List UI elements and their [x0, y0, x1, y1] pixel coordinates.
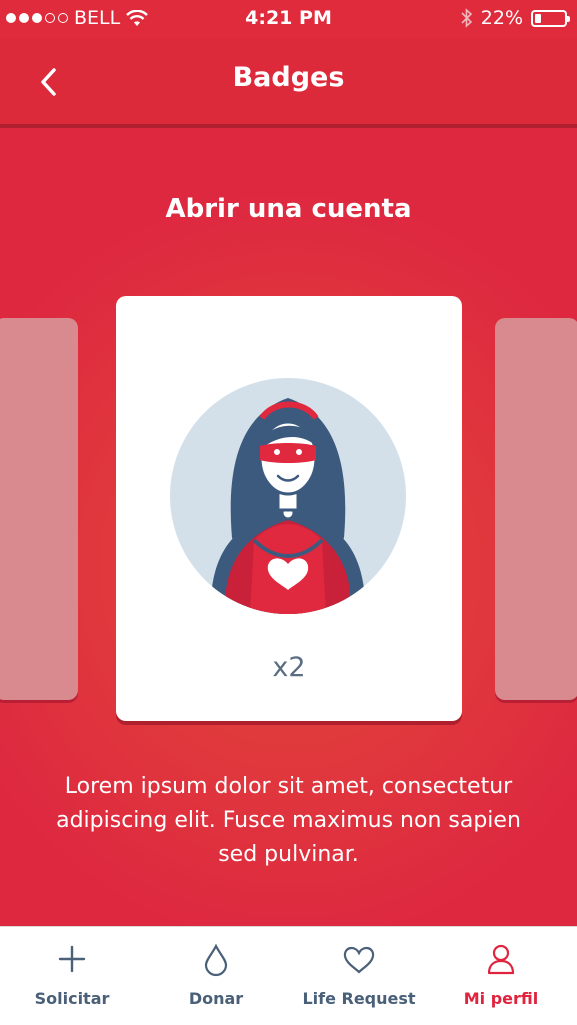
- status-right: 22%: [461, 7, 570, 29]
- battery-icon: [531, 9, 570, 27]
- badge-card[interactable]: x2: [116, 296, 462, 721]
- user-icon: [487, 944, 515, 975]
- battery-percent: 22%: [480, 7, 523, 29]
- tab-solicitar[interactable]: Solicitar: [7, 927, 137, 1025]
- tab-label-life-request: Life Request: [302, 989, 416, 1008]
- page-title: Badges: [232, 62, 345, 93]
- badge-carousel: Abrir una cuenta x2 Lorem ipsum dolor si…: [0, 128, 577, 926]
- badge-description: Lorem ipsum dolor sit amet, consectetur …: [56, 774, 521, 867]
- tab-label-mi-perfil: Mi perfil: [463, 989, 539, 1008]
- badge-title: Abrir una cuenta: [165, 194, 412, 224]
- next-badge-card[interactable]: [495, 318, 577, 700]
- drop-icon: [204, 943, 228, 977]
- status-bar: BELL 4:21 PM 22%: [0, 0, 577, 38]
- tab-mi-perfil[interactable]: Mi perfil: [436, 927, 566, 1025]
- tab-donar[interactable]: Donar: [151, 927, 281, 1025]
- heart-icon: [343, 946, 375, 974]
- bluetooth-icon: [461, 8, 472, 28]
- badge-count: x2: [272, 652, 306, 683]
- superhero-woman-icon: [170, 378, 406, 614]
- tab-label-donar: Donar: [188, 989, 244, 1008]
- plus-icon: [58, 945, 86, 973]
- tab-life-request[interactable]: Life Request: [294, 927, 424, 1025]
- tab-label-solicitar: Solicitar: [34, 989, 110, 1008]
- navigation-bar: Badges: [0, 38, 577, 128]
- previous-badge-card[interactable]: [0, 318, 78, 700]
- tab-bar: Solicitar Donar Life Request Mi perfil: [0, 926, 577, 1025]
